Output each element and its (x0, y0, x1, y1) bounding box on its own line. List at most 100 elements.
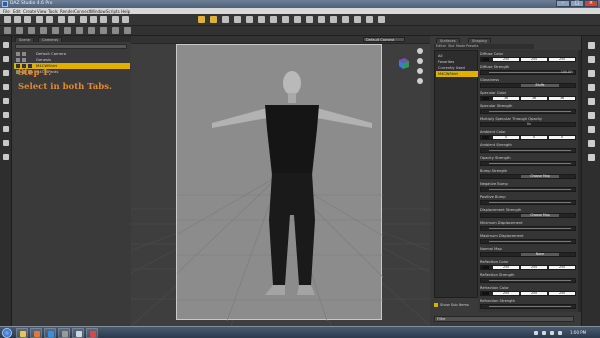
menu-create[interactable]: Create (23, 9, 36, 14)
save-icon[interactable] (24, 16, 31, 23)
new-scene-icon[interactable] (4, 16, 11, 23)
undo-icon[interactable] (58, 16, 65, 23)
render-icon[interactable] (122, 16, 129, 23)
taskbar-clock[interactable]: 1:00 PM (570, 330, 586, 335)
color-swatch[interactable] (482, 97, 489, 100)
scene-tab-icon[interactable] (3, 70, 9, 76)
minimize-button[interactable]: – (556, 0, 570, 7)
menu-scripts[interactable]: Scripts (106, 9, 120, 14)
tab-shd[interactable]: Shd (448, 44, 454, 49)
shaping-pane-icon[interactable] (588, 70, 595, 77)
property-control-specular-strength[interactable] (480, 109, 576, 114)
property-control-normal-map[interactable]: None (480, 252, 576, 257)
property-control-ambient-color[interactable]: 000 (480, 135, 576, 140)
close-button[interactable]: × (584, 0, 598, 7)
property-control-minimum-displacement[interactable] (480, 226, 576, 231)
create-primitive-icon[interactable] (4, 27, 11, 34)
home-icon[interactable] (36, 16, 43, 23)
node-select-icon[interactable] (210, 16, 217, 23)
property-control-glossiness[interactable]: Bluffs (480, 83, 576, 88)
universal-tool-icon[interactable] (258, 16, 265, 23)
menu-tools[interactable]: Tools (48, 9, 58, 14)
slider-track[interactable] (489, 241, 571, 242)
create-environment-icon[interactable] (124, 27, 131, 34)
property-control-diffuse-strength[interactable]: 100.0% (480, 70, 576, 75)
tab-shaping[interactable]: Shaping (468, 38, 491, 43)
property-control-opacity-strength[interactable] (480, 161, 576, 166)
slider-track[interactable] (489, 306, 571, 307)
color-channel-field[interactable]: 255 (521, 291, 547, 295)
property-control-negative-bump[interactable] (480, 187, 576, 192)
light-tool-icon[interactable] (366, 16, 373, 23)
maximize-button[interactable]: □ (570, 0, 584, 7)
map-chooser-button[interactable]: None (521, 252, 559, 256)
active-pose-icon[interactable] (270, 16, 277, 23)
color-channel-field[interactable]: 36 (549, 96, 575, 100)
color-channel-field[interactable]: 36 (493, 96, 519, 100)
cut-icon[interactable] (80, 16, 87, 23)
posing-pane-icon[interactable] (588, 84, 595, 91)
slider-track[interactable] (489, 228, 571, 229)
slider-track[interactable] (489, 202, 571, 203)
create-figure-icon[interactable] (88, 27, 95, 34)
scene-filter-input[interactable] (15, 44, 127, 49)
parameters-tab-icon[interactable] (3, 84, 9, 90)
content-tab-icon[interactable] (588, 42, 595, 49)
lock-toggle-icon[interactable] (22, 58, 26, 62)
create-instance-icon[interactable] (112, 27, 119, 34)
property-control-reflection-color[interactable]: 255 255 255 (480, 265, 576, 270)
toggle-value[interactable]: On (481, 122, 577, 126)
property-control-maximum-displacement[interactable] (480, 239, 576, 244)
slider-track[interactable] (489, 189, 571, 190)
create-null-icon[interactable] (64, 27, 71, 34)
pan-icon[interactable] (417, 58, 423, 64)
paste-icon[interactable] (100, 16, 107, 23)
content-library-icon[interactable] (378, 16, 385, 23)
posing-tab-icon[interactable] (3, 112, 9, 118)
network-icon[interactable] (534, 331, 538, 335)
dolly-icon[interactable] (417, 68, 423, 74)
menu-window[interactable]: Window (90, 9, 106, 14)
translate-tool-icon[interactable] (234, 16, 241, 23)
smart-content-tab-icon[interactable] (3, 56, 9, 62)
taskbar-app-notepad[interactable] (72, 328, 84, 338)
color-channel-field[interactable]: 255 (493, 57, 519, 61)
property-control-ambient-strength[interactable] (480, 148, 576, 153)
color-channel-field[interactable]: 0 (521, 135, 547, 139)
power-icon[interactable] (558, 331, 562, 335)
taskbar-app-media[interactable] (44, 328, 56, 338)
color-swatch[interactable] (482, 58, 489, 61)
color-channel-field[interactable]: 255 (521, 265, 547, 269)
property-control-diffuse-color[interactable]: 255 255 255 (480, 57, 576, 62)
pose-tab-icon[interactable] (588, 56, 595, 63)
taskbar-app-daz[interactable] (58, 328, 70, 338)
color-channel-field[interactable]: 0 (493, 135, 519, 139)
menu-connect[interactable]: Connect (74, 9, 91, 14)
color-channel-field[interactable]: 255 (521, 57, 547, 61)
create-group-icon[interactable] (76, 27, 83, 34)
open-file-icon[interactable] (14, 16, 21, 23)
map-chooser-button[interactable]: Bluffs (521, 83, 559, 87)
create-camera-icon[interactable] (16, 27, 23, 34)
lights-pane-icon[interactable] (588, 98, 595, 105)
color-swatch[interactable] (482, 266, 489, 269)
map-chooser-button[interactable]: Choose Map (521, 174, 559, 178)
property-control-displacement-strength[interactable]: Choose Map (480, 213, 576, 218)
property-control-specular-color[interactable]: 36 36 36 (480, 96, 576, 101)
surfaces-tab-icon[interactable] (3, 126, 9, 132)
render-pane-icon[interactable] (588, 126, 595, 133)
spot-render-icon[interactable] (342, 16, 349, 23)
slider-track[interactable] (489, 111, 571, 112)
region-navigator-icon[interactable] (306, 16, 313, 23)
map-chooser-button[interactable]: Choose Map (521, 213, 559, 217)
tab-editor[interactable]: Editor (436, 44, 446, 49)
camera-pane-icon[interactable] (588, 112, 595, 119)
tab-scene[interactable]: Scene (15, 37, 34, 42)
tab-cameras[interactable]: Cameras (38, 37, 62, 42)
visibility-toggle-icon[interactable] (16, 58, 20, 62)
slider-track[interactable] (489, 150, 571, 151)
tool-settings-icon[interactable] (588, 154, 595, 161)
pointer-tool-icon[interactable] (198, 16, 205, 23)
slider-track[interactable] (489, 163, 571, 164)
merge-icon[interactable] (46, 16, 53, 23)
